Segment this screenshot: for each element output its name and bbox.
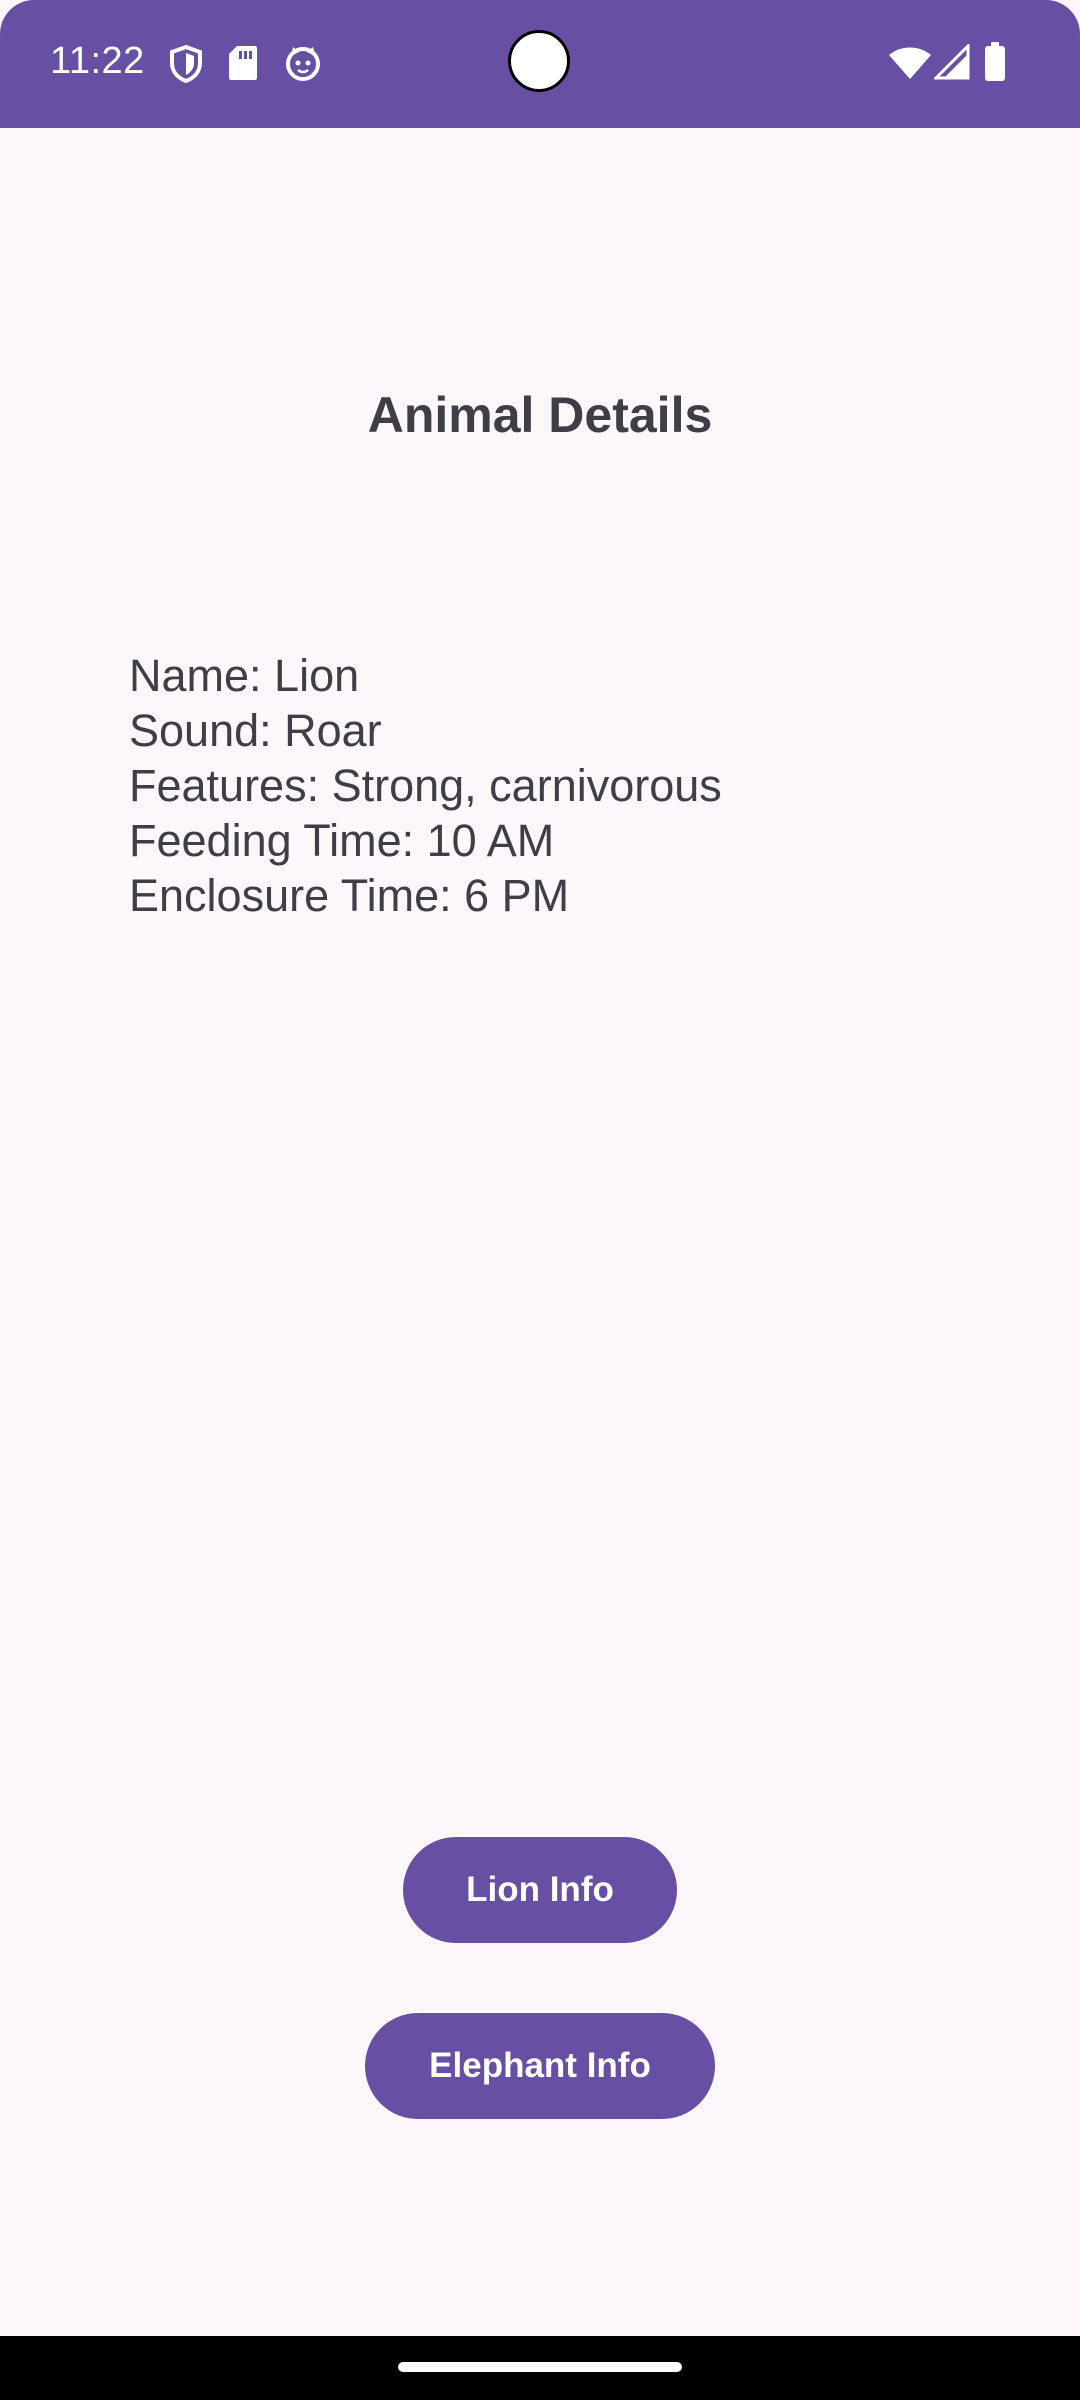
animal-features-line: Features: Strong, carnivorous: [129, 760, 722, 811]
sd-card-icon: [228, 44, 258, 87]
shield-icon: [168, 44, 204, 89]
battery-icon: [984, 42, 1006, 87]
animal-details-text: Name: Lion Sound: Roar Features: Strong,…: [129, 648, 722, 923]
cellular-signal-icon: [932, 42, 970, 85]
home-handle[interactable]: [398, 2362, 682, 2372]
wifi-icon: [888, 46, 932, 85]
camera-cutout: [508, 30, 570, 92]
enclosure-time-line: Enclosure Time: 6 PM: [129, 870, 570, 921]
status-time: 11:22: [50, 40, 145, 82]
lion-info-button[interactable]: Lion Info: [403, 1837, 677, 1943]
feeding-time-line: Feeding Time: 10 AM: [129, 815, 555, 866]
elephant-info-button[interactable]: Elephant Info: [365, 2013, 715, 2119]
animal-sound-line: Sound: Roar: [129, 705, 382, 756]
animal-name-line: Name: Lion: [129, 650, 360, 701]
app-screen: 11:22 Animal Details Name: Lion Sound: R…: [0, 0, 1080, 2400]
status-bar: 11:22: [0, 0, 1080, 128]
page-title: Animal Details: [367, 387, 713, 443]
cat-face-icon: [284, 44, 322, 87]
